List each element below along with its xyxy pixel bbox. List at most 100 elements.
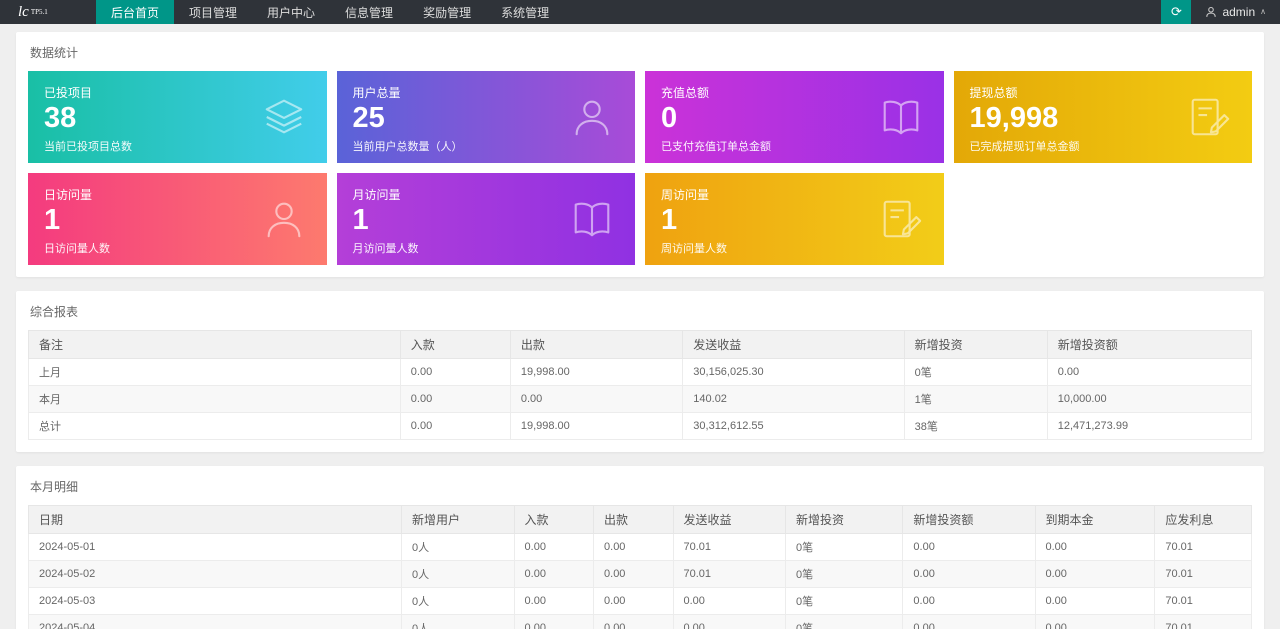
stat-card-desc: 周访问量人数 (661, 240, 928, 256)
table-cell: 0人 (402, 615, 515, 629)
table-cell: 0.00 (514, 615, 593, 629)
nav-item-2[interactable]: 用户中心 (252, 0, 330, 24)
top-navbar: lcTP5.1 后台首页项目管理用户中心信息管理奖励管理系统管理 ⟳ admin… (0, 0, 1280, 24)
table-cell: 140.02 (683, 386, 904, 413)
table-cell: 70.01 (1155, 615, 1252, 629)
table-cell: 12,471,273.99 (1047, 413, 1251, 440)
column-header: 新增投资 (904, 331, 1047, 359)
stats-panel: 数据统计 已投项目38当前已投项目总数用户总量25当前用户总数量（人）充值总额0… (16, 32, 1264, 277)
table-cell: 19,998.00 (510, 413, 682, 440)
table-cell: 0.00 (1035, 561, 1155, 588)
table-cell: 38笔 (904, 413, 1047, 440)
column-header: 入款 (400, 331, 510, 359)
table-cell: 2024-05-04 (29, 615, 402, 629)
table-cell: 10,000.00 (1047, 386, 1251, 413)
user-menu[interactable]: admin ∧ (1191, 0, 1280, 24)
table-row: 2024-05-020人0.000.0070.010笔0.000.0070.01 (29, 561, 1252, 588)
table-cell: 70.01 (1155, 534, 1252, 561)
table-cell: 0.00 (903, 588, 1035, 615)
stat-card-3: 提现总额19,998已完成提现订单总金额 (954, 71, 1253, 163)
nav-item-4[interactable]: 奖励管理 (408, 0, 486, 24)
header-row: 日期新增用户入款出款发送收益新增投资新增投资额到期本金应发利息 (29, 506, 1252, 534)
nav-item-3[interactable]: 信息管理 (330, 0, 408, 24)
detail-panel-title: 本月明细 (30, 478, 1250, 495)
table-row: 上月0.0019,998.0030,156,025.300笔0.00 (29, 359, 1252, 386)
table-cell: 0笔 (786, 561, 903, 588)
detail-table: 日期新增用户入款出款发送收益新增投资新增投资额到期本金应发利息2024-05-0… (28, 505, 1252, 629)
table-cell: 19,998.00 (510, 359, 682, 386)
stat-card-4: 日访问量1日访问量人数 (28, 173, 327, 265)
table-cell: 70.01 (1155, 588, 1252, 615)
nav-item-0[interactable]: 后台首页 (96, 0, 174, 24)
table-row: 2024-05-010人0.000.0070.010笔0.000.0070.01 (29, 534, 1252, 561)
column-header: 新增投资额 (903, 506, 1035, 534)
table-cell: 总计 (29, 413, 401, 440)
navbar-right: ⟳ admin ∧ (1161, 0, 1280, 24)
stat-card-2: 充值总额0已支付充值订单总金额 (645, 71, 944, 163)
column-header: 发送收益 (673, 506, 786, 534)
table-cell: 0.00 (594, 588, 673, 615)
table-cell: 0.00 (400, 413, 510, 440)
book-icon (569, 196, 615, 242)
table-cell: 1笔 (904, 386, 1047, 413)
table-cell: 0.00 (673, 615, 786, 629)
table-cell: 70.01 (673, 534, 786, 561)
table-cell: 0.00 (1035, 615, 1155, 629)
column-header: 到期本金 (1035, 506, 1155, 534)
table-cell: 0.00 (594, 534, 673, 561)
stat-card-5: 月访问量1月访问量人数 (337, 173, 636, 265)
table-cell: 70.01 (1155, 561, 1252, 588)
stat-card-6: 周访问量1周访问量人数 (645, 173, 944, 265)
layers-icon (261, 94, 307, 140)
column-header: 日期 (29, 506, 402, 534)
column-header: 发送收益 (683, 331, 904, 359)
table-cell: 0.00 (514, 534, 593, 561)
detail-panel: 本月明细 日期新增用户入款出款发送收益新增投资新增投资额到期本金应发利息2024… (16, 466, 1264, 629)
table-cell: 0笔 (786, 588, 903, 615)
report-panel: 综合报表 备注入款出款发送收益新增投资新增投资额上月0.0019,998.003… (16, 291, 1264, 452)
note-icon (1186, 94, 1232, 140)
stats-grid: 已投项目38当前已投项目总数用户总量25当前用户总数量（人）充值总额0已支付充值… (28, 71, 1252, 265)
table-row: 总计0.0019,998.0030,312,612.5538笔12,471,27… (29, 413, 1252, 440)
table-cell: 0.00 (1047, 359, 1251, 386)
table-cell: 0.00 (903, 561, 1035, 588)
nav-item-1[interactable]: 项目管理 (174, 0, 252, 24)
username: admin (1222, 5, 1255, 19)
column-header: 出款 (510, 331, 682, 359)
refresh-button[interactable]: ⟳ (1161, 0, 1191, 24)
column-header: 应发利息 (1155, 506, 1252, 534)
stat-card-1: 用户总量25当前用户总数量（人） (337, 71, 636, 163)
table-cell: 0.00 (400, 386, 510, 413)
stat-card-desc: 当前用户总数量（人） (353, 138, 620, 154)
table-cell: 30,156,025.30 (683, 359, 904, 386)
main-content: 数据统计 已投项目38当前已投项目总数用户总量25当前用户总数量（人）充值总额0… (0, 24, 1280, 629)
column-header: 入款 (514, 506, 593, 534)
table-cell: 本月 (29, 386, 401, 413)
column-header: 备注 (29, 331, 401, 359)
table-cell: 0笔 (786, 534, 903, 561)
column-header: 新增用户 (402, 506, 515, 534)
book-icon (878, 94, 924, 140)
table-cell: 0.00 (514, 561, 593, 588)
column-header: 新增投资 (786, 506, 903, 534)
table-cell: 70.01 (673, 561, 786, 588)
table-cell: 0笔 (904, 359, 1047, 386)
table-cell: 2024-05-03 (29, 588, 402, 615)
nav-item-5[interactable]: 系统管理 (486, 0, 564, 24)
table-row: 2024-05-040人0.000.000.000笔0.000.0070.01 (29, 615, 1252, 629)
chevron-up-icon: ∧ (1260, 7, 1266, 16)
stat-card-desc: 已完成提现订单总金额 (970, 138, 1237, 154)
table-cell: 0.00 (510, 386, 682, 413)
table-cell: 2024-05-01 (29, 534, 402, 561)
stats-panel-title: 数据统计 (30, 44, 1250, 61)
stat-card-desc: 月访问量人数 (353, 240, 620, 256)
logo-version: TP5.1 (31, 8, 48, 16)
table-row: 2024-05-030人0.000.000.000笔0.000.0070.01 (29, 588, 1252, 615)
table-cell: 0.00 (594, 561, 673, 588)
table-cell: 上月 (29, 359, 401, 386)
table-cell: 0人 (402, 561, 515, 588)
logo: lcTP5.1 (0, 0, 96, 24)
table-cell: 0.00 (514, 588, 593, 615)
stat-card-desc: 日访问量人数 (44, 240, 311, 256)
table-cell: 0人 (402, 534, 515, 561)
